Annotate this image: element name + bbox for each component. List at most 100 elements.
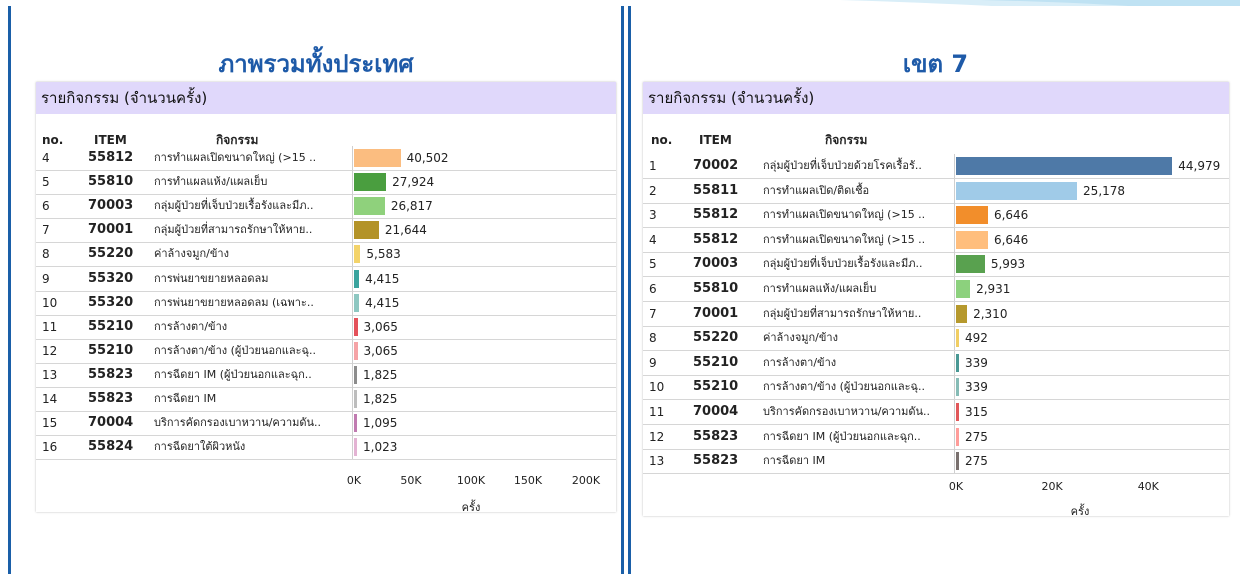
table-row[interactable]: 11 55210 การล้างตา/ข้าง 3,065	[36, 314, 616, 340]
bar[interactable]	[956, 378, 959, 397]
bar-baseline	[352, 338, 353, 363]
activity-name: การทำแผลเปิด/ติดเชื้อ	[763, 183, 870, 197]
bar[interactable]	[354, 317, 358, 336]
row-number: 10	[649, 380, 665, 395]
table-row[interactable]: 16 55824 การฉีดยาใต้ผิวหนัง 1,023	[36, 435, 616, 461]
bar[interactable]	[956, 403, 959, 421]
table-row[interactable]: 5 70003 กลุ่มผู้ป่วยที่เจ็บป่วยเรื้อรังและ…	[643, 252, 1229, 278]
activity-name: การฉีดยา IM (ผู้ป่วยนอกและฉุก..	[154, 367, 312, 381]
bar[interactable]	[956, 206, 988, 225]
bar[interactable]	[956, 181, 1078, 200]
activity-name: ค่าล้างจมูก/ข้าง	[763, 331, 838, 345]
table-row[interactable]: 11 70004 บริการคัดกรองเบาหวาน/ความดัน.. 315	[643, 400, 1229, 425]
row-number: 13	[42, 367, 58, 382]
table-row[interactable]: 8 55220 ค่าล้างจมูก/ข้าง 5,583	[36, 242, 616, 268]
bar[interactable]	[956, 329, 959, 348]
bar-value-label: 26,817	[390, 199, 433, 214]
table-row[interactable]: 4 55812 การทำแผลเปิดขนาดใหญ่ (>15 .. 6,646	[643, 227, 1229, 253]
bar-baseline	[352, 314, 353, 339]
row-number: 7	[42, 223, 50, 238]
x-axis-label: ครั้ง	[461, 501, 481, 514]
bar[interactable]	[354, 390, 357, 408]
activity-name: การฉีดยา IM	[763, 454, 826, 468]
activity-name: การล้างตา/ข้าง	[154, 319, 228, 333]
bar[interactable]	[956, 280, 971, 298]
bar[interactable]	[956, 230, 988, 249]
bar[interactable]	[354, 221, 379, 240]
table-row[interactable]: 12 55210 การล้างตา/ข้าง (ผู้ป่วยนอกและฉุ..…	[36, 338, 616, 364]
activity-chart-panel: รายกิจกรรม (จำนวนครั้ง) no. ITEM กิจกรรม…	[643, 82, 1229, 518]
bar[interactable]	[956, 304, 968, 323]
bar[interactable]	[354, 173, 387, 192]
table-row[interactable]: 15 70004 บริการคัดกรองเบาหวาน/ความดัน.. 1,0…	[36, 411, 616, 437]
item-code: 70002	[693, 158, 739, 173]
row-number: 12	[42, 343, 58, 358]
row-number: 4	[42, 151, 50, 165]
bar[interactable]	[354, 149, 401, 167]
bar-value-label: 339	[965, 355, 988, 370]
table-row[interactable]: 7 70001 กลุ่มผู้ป่วยที่สามารถรักษาให้หาย..…	[36, 218, 616, 244]
item-code: 55812	[693, 207, 739, 223]
table-row[interactable]: 6 70003 กลุ่มผู้ป่วยที่เจ็บป่วยเรื้อรังและ…	[36, 194, 616, 220]
item-code: 70001	[88, 222, 134, 238]
bar-value-label: 40,502	[406, 151, 449, 165]
row-number: 9	[649, 355, 657, 370]
bar-value-label: 492	[965, 331, 988, 346]
table-row[interactable]: 4 55812 การทำแผลเปิดขนาดใหญ่ (>15 .. 40,502	[36, 146, 616, 171]
table-row[interactable]: 2 55811 การทำแผลเปิด/ติดเชื้อ 25,178	[643, 178, 1229, 204]
table-row[interactable]: 3 55812 การทำแผลเปิดขนาดใหญ่ (>15 .. 6,646	[643, 203, 1229, 229]
activity-name: การพ่นยาขยายหลอดลม (เฉพาะ..	[154, 295, 314, 309]
table-row[interactable]: 6 55810 การทำแผลแห้ง/แผลเย็บ 2,931	[643, 277, 1229, 302]
activity-name: กลุ่มผู้ป่วยที่เจ็บป่วยด้วยโรคเรื้อรั..	[763, 159, 922, 172]
table-row[interactable]: 1 70002 กลุ่มผู้ป่วยที่เจ็บป่วยด้วยโรคเรื้…	[643, 154, 1229, 179]
table-row[interactable]: 13 55823 การฉีดยา IM (ผู้ป่วยนอกและฉุก.. 1,…	[36, 362, 616, 388]
bar[interactable]	[956, 353, 959, 372]
activity-name: การล้างตา/ข้าง (ผู้ป่วยนอกและฉุ..	[763, 380, 925, 394]
table-row[interactable]: 5 55810 การทำแผลแห้ง/แผลเย็บ 27,924	[36, 170, 616, 196]
column-header-no: no.	[42, 133, 64, 147]
row-number: 2	[649, 183, 657, 198]
bar[interactable]	[956, 427, 959, 446]
item-code: 55210	[693, 379, 739, 395]
bar-baseline	[352, 242, 353, 267]
table-row[interactable]: 10 55210 การล้างตา/ข้าง (ผู้ป่วยนอกและฉุ..…	[643, 375, 1229, 401]
row-number: 12	[649, 429, 665, 444]
table-row[interactable]: 12 55823 การฉีดยา IM (ผู้ป่วยนอกและฉุก.. 27…	[643, 424, 1229, 450]
bar-value-label: 6,646	[993, 208, 1029, 223]
table-row[interactable]: 7 70001 กลุ่มผู้ป่วยที่สามารถรักษาให้หาย..…	[643, 301, 1229, 327]
row-number: 13	[649, 454, 665, 469]
item-code: 55812	[88, 150, 134, 165]
bar[interactable]	[956, 452, 959, 471]
bar-baseline	[352, 194, 353, 219]
bar[interactable]	[354, 341, 358, 360]
bar[interactable]	[354, 269, 360, 288]
bar[interactable]	[354, 438, 357, 457]
bar-baseline	[352, 266, 353, 291]
table-row[interactable]: 9 55320 การพ่นยาขยายหลอดลม 4,415	[36, 266, 616, 292]
table-row[interactable]: 8 55220 ค่าล้างจมูก/ข้าง 492	[643, 326, 1229, 352]
activity-name: การฉีดยา IM	[154, 392, 217, 405]
table-row[interactable]: 10 55320 การพ่นยาขยายหลอดลม (เฉพาะ.. 4,415	[36, 290, 616, 316]
activity-name: บริการคัดกรองเบาหวาน/ความดัน..	[763, 405, 931, 418]
bar-baseline	[954, 203, 955, 228]
table-row[interactable]: 13 55823 การฉีดยา IM 275	[643, 449, 1229, 475]
table-row[interactable]: 14 55823 การฉีดยา IM 1,825	[36, 387, 616, 412]
bar[interactable]	[354, 245, 361, 264]
x-axis-label: ครั้ง	[1070, 505, 1090, 518]
bar[interactable]	[354, 197, 385, 216]
bar-value-label: 1,023	[363, 440, 398, 455]
item-code: 70003	[693, 256, 739, 272]
bar[interactable]	[354, 365, 357, 384]
bar[interactable]	[354, 293, 360, 312]
item-code: 55824	[88, 439, 134, 455]
bar[interactable]	[956, 255, 985, 274]
bar-baseline	[954, 178, 955, 203]
bar[interactable]	[956, 157, 1173, 175]
bar-baseline	[954, 277, 955, 301]
activity-name: การทำแผลเปิดขนาดใหญ่ (>15 ..	[154, 151, 317, 164]
bar-value-label: 2,931	[976, 282, 1011, 296]
bar[interactable]	[354, 414, 357, 433]
table-row[interactable]: 9 55210 การล้างตา/ข้าง 339	[643, 350, 1229, 376]
bar-value-label: 5,993	[990, 257, 1026, 272]
item-code: 55220	[693, 330, 739, 346]
